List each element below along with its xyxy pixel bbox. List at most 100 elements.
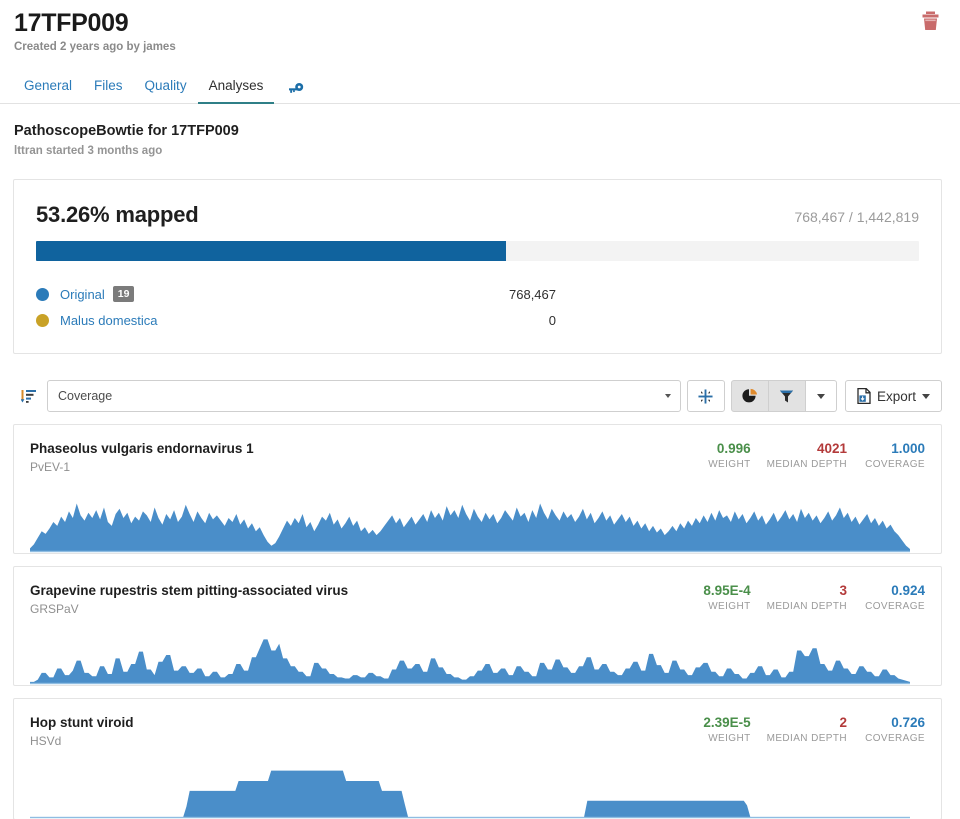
tab-analyses[interactable]: Analyses	[198, 78, 275, 104]
analysis-subtitle: lttran started 3 months ago	[14, 144, 944, 158]
stat-coverage-value: 1.000	[863, 440, 925, 457]
stat-weight: 2.39E-5 WEIGHT	[689, 714, 751, 745]
stat-weight: 8.95E-4 WEIGHT	[689, 582, 751, 613]
page-subtitle: Created 2 years ago by james	[14, 40, 944, 54]
pie-chart-toggle-button[interactable]	[731, 380, 769, 412]
tab-quality[interactable]: Quality	[134, 78, 198, 104]
stat-coverage-label: COVERAGE	[863, 459, 925, 471]
sort-field-select[interactable]: Coverage	[47, 380, 681, 412]
stat-weight: 0.996WEIGHT	[689, 440, 751, 471]
hit-name: Hop stunt viroid	[30, 714, 134, 731]
coverage-area	[30, 503, 910, 551]
hit-stats: 8.95E-4 WEIGHT 3 MEDIAN DEPTH 0.924COVERAGE	[673, 582, 925, 613]
mapped-progress-track	[36, 241, 919, 261]
coverage-area	[30, 639, 910, 683]
stat-weight-value: 0.996	[689, 440, 751, 457]
stat-coverage-label: COVERAGE	[863, 733, 925, 745]
coverage-chart	[30, 627, 910, 685]
hit-abbreviation: PvEV-1	[30, 460, 254, 475]
trash-icon	[920, 10, 942, 34]
caret-down-icon	[922, 394, 930, 399]
hit-card[interactable]: Hop stunt viroid HSVd 2.39E-5 WEIGHT 2 MEDIAN…	[13, 698, 942, 819]
coverage-baseline	[30, 683, 910, 684]
filter-options-dropdown[interactable]	[806, 380, 837, 412]
coverage-chart	[30, 759, 910, 819]
stat-median-depth-value: 2	[767, 714, 847, 731]
sort-amount-desc-icon	[21, 388, 37, 404]
stat-weight-value: 8.95E-4	[689, 582, 751, 599]
hit-stats: 2.39E-5 WEIGHT 2 MEDIAN DEPTH 0.726COVERAGE	[673, 714, 925, 745]
stat-median-depth: 3 MEDIAN DEPTH	[767, 582, 847, 613]
stat-median-depth-label: MEDIAN DEPTH	[767, 459, 847, 471]
hit-list: Phaseolus vulgaris endornavirus 1 PvEV-1 0…	[0, 424, 960, 819]
tab-files[interactable]: Files	[83, 78, 134, 104]
filter-icon	[779, 389, 794, 404]
compress-toggle-button[interactable]	[687, 380, 725, 412]
legend-label-host: Malus domestica	[60, 313, 158, 328]
stat-weight-label: WEIGHT	[689, 601, 751, 613]
page-title: 17TFP009	[14, 8, 944, 38]
coverage-chart	[30, 485, 910, 553]
stat-median-depth-value: 4021	[767, 440, 847, 457]
stat-median-depth-label: MEDIAN DEPTH	[767, 601, 847, 613]
coverage-chart-wrapper	[30, 485, 925, 553]
analysis-title: PathoscopeBowtie for 17TFP009	[14, 122, 944, 140]
export-label: Export	[877, 389, 916, 404]
analysis-header: PathoscopeBowtie for 17TFP009 lttran sta…	[0, 104, 960, 158]
legend-value-original: 768,467	[466, 287, 556, 302]
stat-median-depth: 4021 MEDIAN DEPTH	[767, 440, 847, 471]
page-header: 17TFP009 Created 2 years ago by james	[0, 0, 960, 54]
stat-weight-label: WEIGHT	[689, 733, 751, 745]
legend-label-original: Original	[60, 287, 105, 302]
hit-abbreviation: HSVd	[30, 734, 134, 749]
hit-stats: 0.996WEIGHT 4021 MEDIAN DEPTH 1.000 COVERAGE	[673, 440, 925, 471]
coverage-area	[30, 771, 910, 817]
compress-icon	[698, 389, 713, 404]
mapped-progress-fill	[36, 241, 506, 261]
hit-card[interactable]: Phaseolus vulgaris endornavirus 1 PvEV-1 0…	[13, 424, 942, 554]
mapped-counts: 768,467 / 1,442,819	[794, 209, 919, 225]
legend-dot-original	[36, 288, 49, 301]
caret-down-icon	[817, 394, 825, 399]
delete-sample-button[interactable]	[920, 10, 942, 34]
hit-card[interactable]: Grapevine rupestris stem pitting-associa…	[13, 566, 942, 686]
coverage-baseline	[30, 551, 910, 552]
stat-median-depth-value: 3	[767, 582, 847, 599]
mapped-percent: 53.26% mapped	[36, 202, 198, 228]
results-toolbar: Coverage	[13, 380, 942, 412]
stat-coverage: 0.924COVERAGE	[863, 582, 925, 613]
stat-coverage: 1.000 COVERAGE	[863, 440, 925, 471]
hit-identity: Hop stunt viroid HSVd	[30, 714, 134, 749]
hit-name: Phaseolus vulgaris endornavirus 1	[30, 440, 254, 457]
stat-weight-value: 2.39E-5	[689, 714, 751, 731]
filter-toggle-button[interactable]	[769, 380, 806, 412]
hit-header: Phaseolus vulgaris endornavirus 1 PvEV-1 0…	[30, 440, 925, 475]
mapped-summary-row: 53.26% mapped 768,467 / 1,442,819	[36, 202, 919, 228]
mapped-summary-card: 53.26% mapped 768,467 / 1,442,819 Origin…	[13, 179, 942, 354]
export-button[interactable]: Export	[845, 380, 942, 412]
tab-bar: General Files Quality Analyses	[0, 73, 960, 104]
legend-dot-host	[36, 314, 49, 327]
stat-coverage: 0.726COVERAGE	[863, 714, 925, 745]
sort-direction-button[interactable]	[13, 380, 44, 412]
key-icon	[288, 82, 304, 98]
tab-general[interactable]: General	[14, 78, 83, 104]
chart-filter-group	[731, 380, 837, 412]
stat-coverage-label: COVERAGE	[863, 601, 925, 613]
legend-item-original[interactable]: Original 19 768,467	[36, 281, 919, 307]
sort-field-value: Coverage	[58, 389, 112, 403]
caret-down-icon	[665, 394, 671, 398]
legend-item-host[interactable]: Malus domestica 0	[36, 307, 919, 333]
analysis-page: 17TFP009 Created 2 years ago by james Ge…	[0, 0, 960, 819]
mapped-legend: Original 19 768,467 Malus domestica 0	[36, 281, 919, 333]
legend-value-host: 0	[466, 313, 556, 328]
hit-name: Grapevine rupestris stem pitting-associa…	[30, 582, 348, 599]
stat-median-depth: 2 MEDIAN DEPTH	[767, 714, 847, 745]
file-download-icon	[857, 388, 871, 404]
hit-header: Grapevine rupestris stem pitting-associa…	[30, 582, 925, 617]
stat-median-depth-label: MEDIAN DEPTH	[767, 733, 847, 745]
hit-identity: Phaseolus vulgaris endornavirus 1 PvEV-1	[30, 440, 254, 475]
tab-permissions[interactable]	[274, 82, 314, 104]
coverage-chart-wrapper	[30, 759, 925, 819]
hit-abbreviation: GRSPaV	[30, 602, 348, 617]
